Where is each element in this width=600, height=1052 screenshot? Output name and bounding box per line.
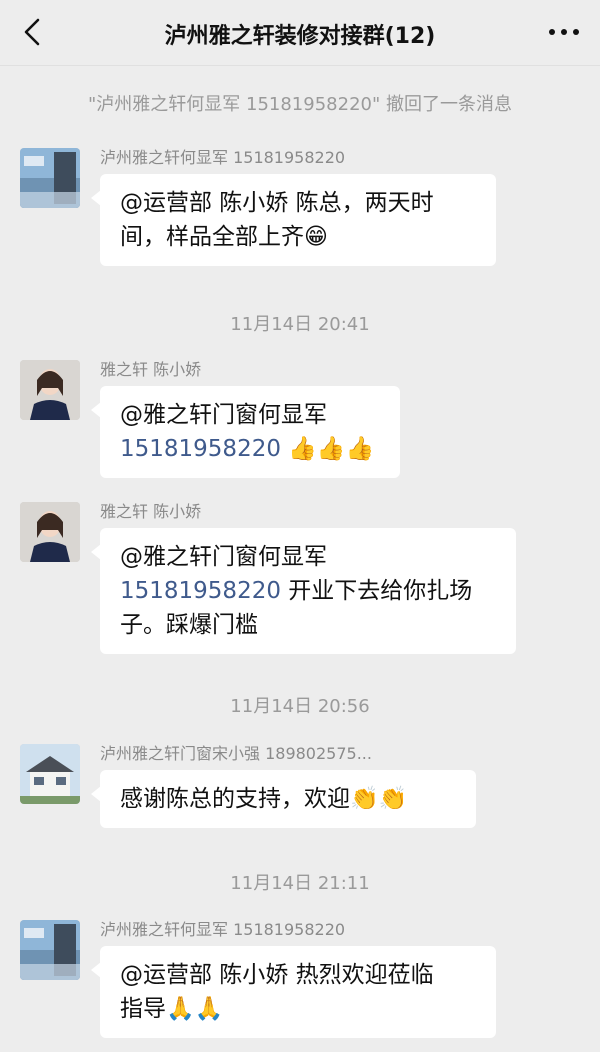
more-button[interactable] xyxy=(544,14,584,50)
avatar-image xyxy=(20,920,80,980)
message-bubble[interactable]: @雅之轩门窗何显军 15181958220 开业下去给你扎场 子。踩爆门槛 xyxy=(91,528,516,654)
more-dots-icon xyxy=(549,29,579,35)
pray-emoji-icon: 🙏🙏 xyxy=(166,996,224,1022)
avatar[interactable] xyxy=(20,744,80,804)
message-text: 指导 xyxy=(120,996,166,1022)
avatar[interactable] xyxy=(20,360,80,420)
timestamp: 11月14日 20:41 xyxy=(230,314,370,335)
chat-header: 泸州雅之轩装修对接群(12) xyxy=(0,0,600,66)
message-text: 子。踩爆门槛 xyxy=(120,612,258,638)
message-text: @雅之轩门窗何显军 xyxy=(120,544,327,570)
timestamp: 11月14日 20:56 xyxy=(230,696,370,717)
clap-emoji-icon: 👏👏 xyxy=(350,786,408,812)
message-text-line: 感谢陈总的支持，欢迎👏👏 xyxy=(120,782,456,816)
message-text: @运营部 陈小娇 热烈欢迎莅临 xyxy=(120,962,434,988)
message-bubble[interactable]: @运营部 陈小娇 热烈欢迎莅临 指导🙏🙏 xyxy=(91,946,496,1038)
sender-name: 雅之轩 陈小娇 xyxy=(100,502,202,521)
avatar-image xyxy=(20,502,80,562)
message-bubble[interactable]: @雅之轩门窗何显军 15181958220 👍👍👍 xyxy=(91,386,400,478)
avatar-image xyxy=(20,148,80,208)
avatar-image xyxy=(20,360,80,420)
sender-name: 雅之轩 陈小娇 xyxy=(100,360,202,379)
recall-notice: "泸州雅之轩何显军 15181958220" 撤回了一条消息 xyxy=(88,94,512,115)
message-text-line: 指导🙏🙏 xyxy=(120,992,476,1026)
sender-name: 泸州雅之轩何显军 15181958220 xyxy=(100,148,346,167)
thumbs-up-emoji-icon: 👍👍👍 xyxy=(288,436,375,462)
message-text-line: 间，样品全部上齐😁 xyxy=(120,220,476,254)
message-text: @雅之轩门窗何显军 xyxy=(120,402,327,428)
message-text: 开业下去给你扎场 xyxy=(280,578,473,604)
message-text-line: 15181958220 👍👍👍 xyxy=(120,432,380,466)
chat-title: 泸州雅之轩装修对接群(12) xyxy=(164,24,436,49)
phone-link[interactable]: 15181958220 xyxy=(120,578,281,604)
avatar[interactable] xyxy=(20,148,80,208)
avatar-image xyxy=(20,744,80,804)
sender-name: 泸州雅之轩何显军 15181958220 xyxy=(100,920,346,939)
message-text-line: 15181958220 开业下去给你扎场 xyxy=(120,574,496,608)
avatar[interactable] xyxy=(20,502,80,562)
timestamp: 11月14日 21:11 xyxy=(230,873,370,894)
message-text: 感谢陈总的支持，欢迎 xyxy=(120,786,350,812)
message-bubble[interactable]: @运营部 陈小娇 陈总，两天时 间，样品全部上齐😁 xyxy=(91,174,496,266)
message-text: 间，样品全部上齐 xyxy=(120,224,304,250)
message-text: @运营部 陈小娇 陈总，两天时 xyxy=(120,190,434,216)
message-bubble[interactable]: 感谢陈总的支持，欢迎👏👏 xyxy=(91,770,476,828)
avatar[interactable] xyxy=(20,920,80,980)
grin-emoji-icon: 😁 xyxy=(304,224,328,250)
sender-name: 泸州雅之轩门窗宋小强 189802575... xyxy=(100,744,372,763)
phone-link[interactable]: 15181958220 xyxy=(120,436,281,462)
